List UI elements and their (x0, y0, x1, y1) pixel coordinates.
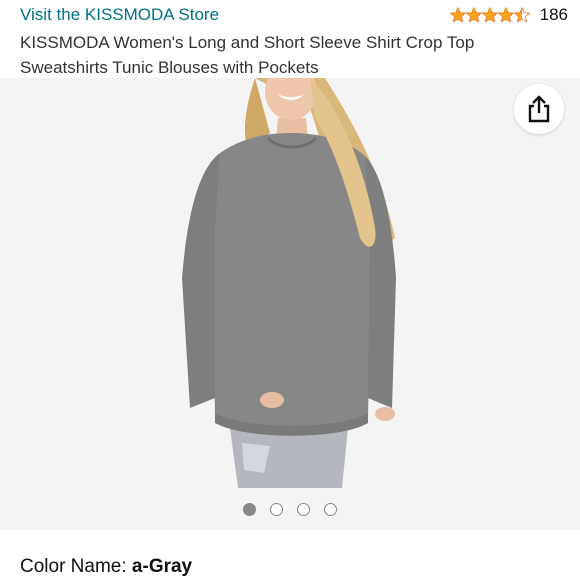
pager-dot[interactable] (324, 503, 337, 516)
star-icon (481, 7, 498, 23)
pager-dot[interactable] (297, 503, 310, 516)
image-pager[interactable] (0, 503, 580, 516)
share-icon (528, 95, 550, 123)
review-count[interactable]: 186 (540, 4, 568, 26)
star-icon (449, 7, 466, 23)
top-row: Visit the KISSMODA Store 186 (20, 4, 568, 26)
pager-dot[interactable] (243, 503, 256, 516)
image-gallery[interactable] (0, 78, 580, 530)
color-selection: Color Name: a-Gray (20, 555, 192, 579)
store-link[interactable]: Visit the KISSMODA Store (20, 4, 219, 26)
rating[interactable]: 186 (449, 4, 568, 26)
product-title: KISSMODA Women's Long and Short Sleeve S… (20, 33, 475, 77)
star-icon (497, 7, 514, 23)
share-button[interactable] (514, 84, 564, 134)
star-icon (513, 7, 530, 23)
color-value: a-Gray (131, 556, 193, 577)
pager-dot[interactable] (270, 503, 283, 516)
star-rating (449, 7, 530, 23)
product-image[interactable] (160, 78, 420, 488)
color-label: Color Name: (20, 556, 132, 577)
star-icon (465, 7, 482, 23)
